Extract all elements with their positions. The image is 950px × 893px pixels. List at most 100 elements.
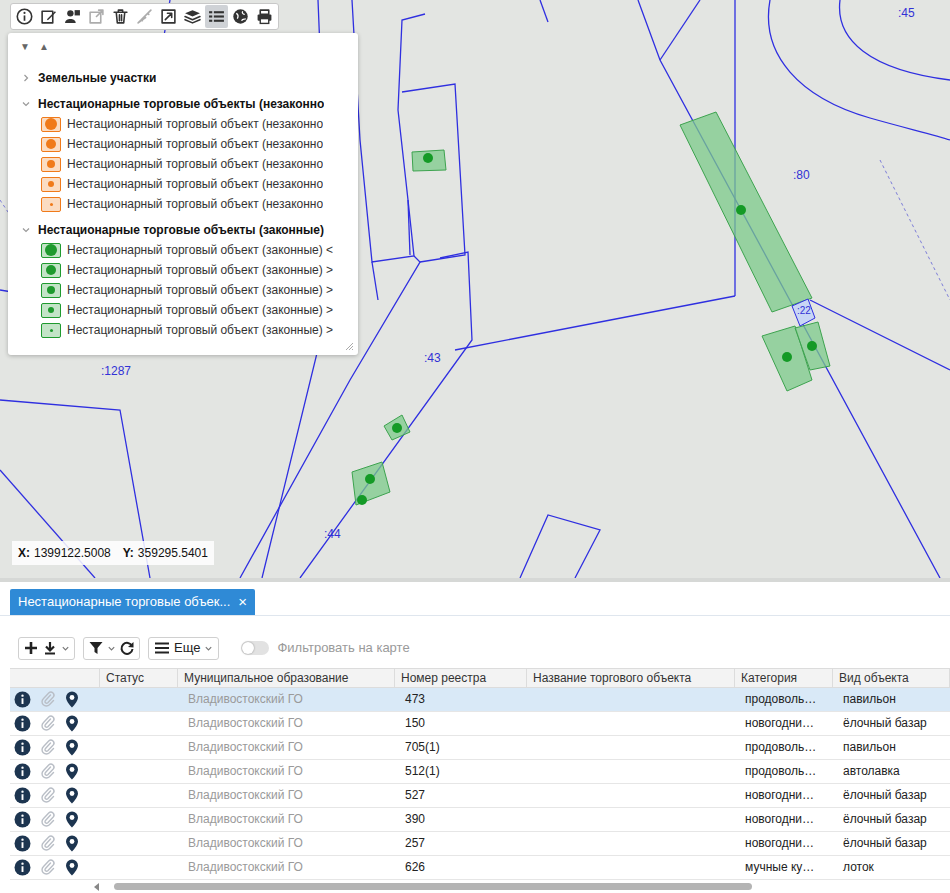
paperclip-icon[interactable] (40, 835, 56, 851)
filter-icon[interactable] (88, 640, 104, 656)
table-row[interactable]: Владивостокский ГО390новогодни…ёлочный б… (10, 808, 950, 832)
open-tool-button[interactable] (85, 5, 108, 28)
row-actions (10, 784, 100, 807)
paperclip-icon[interactable] (40, 715, 56, 731)
header-cell[interactable]: Категория (735, 669, 833, 687)
list-tool-button[interactable] (205, 5, 228, 28)
chevron-icon[interactable] (20, 73, 32, 83)
measure-tool-button[interactable] (133, 5, 156, 28)
chevron-icon[interactable] (20, 225, 32, 235)
header-cell[interactable]: Статус (100, 669, 178, 687)
map-pin-icon[interactable] (65, 763, 79, 780)
info-icon[interactable] (14, 859, 31, 876)
cell-text: новогодни… (745, 810, 814, 828)
dropdown-caret-icon[interactable] (107, 644, 116, 653)
table-cell: Владивостокский ГО (178, 856, 395, 879)
table-cell: новогодни… (735, 784, 833, 807)
list-icon[interactable] (208, 8, 225, 25)
more-button[interactable]: Еще (148, 637, 219, 660)
map-pin-icon[interactable] (65, 739, 79, 756)
header-cell[interactable]: Вид объекта (833, 669, 950, 687)
info-icon[interactable] (16, 8, 33, 25)
map-pin-icon[interactable] (65, 691, 79, 708)
legend-group[interactable]: Нестационарные торговые объекты (незакон… (8, 94, 358, 114)
filter-on-map-toggle[interactable]: Фильтровать на карте (241, 638, 409, 658)
paperclip-icon[interactable] (40, 691, 56, 707)
menu-icon[interactable] (154, 641, 170, 655)
parcel-label: :22 (797, 303, 811, 318)
legend-group[interactable]: Нестационарные торговые объекты (законны… (8, 220, 358, 240)
grid-toolbar: Еще Фильтровать на карте (0, 616, 950, 668)
globe-tool-button[interactable] (229, 5, 252, 28)
legend-group-title: Земельные участки (38, 69, 156, 87)
horizontal-scrollbar[interactable] (92, 882, 752, 892)
table-row[interactable]: Владивостокский ГО512(1)продоволь…автола… (10, 760, 950, 784)
dropdown-caret-icon[interactable] (204, 644, 213, 653)
map[interactable]: :45:80:1287:43:44:22 ▼▲Земельные участки… (0, 0, 950, 578)
info-icon[interactable] (14, 739, 31, 756)
download-icon[interactable] (42, 640, 58, 656)
scrollbar-thumb[interactable] (114, 883, 752, 890)
paperclip-icon[interactable] (40, 859, 56, 875)
table-cell: Владивостокский ГО (178, 784, 395, 807)
map-pin-icon[interactable] (65, 835, 79, 852)
delete-tool-button[interactable] (109, 5, 132, 28)
toggle-switch[interactable] (241, 641, 269, 655)
table-row[interactable]: Владивостокский ГО705(1)продоволь…павиль… (10, 736, 950, 760)
shapes-icon[interactable] (64, 8, 81, 25)
add-icon[interactable] (23, 640, 39, 656)
paperclip-icon[interactable] (40, 787, 56, 803)
header-cell[interactable]: Название торгового объекта (527, 669, 735, 687)
table-row[interactable]: Владивостокский ГО626мучные ку…лоток (10, 856, 950, 880)
info-tool-button[interactable] (13, 5, 36, 28)
open-icon[interactable] (88, 8, 105, 25)
measure-icon[interactable] (136, 8, 153, 25)
map-pin-icon[interactable] (65, 811, 79, 828)
print-icon[interactable] (256, 8, 273, 25)
panel-tab[interactable]: Нестационарные торговые объек...× (10, 589, 255, 615)
tab-close-button[interactable]: × (238, 594, 247, 609)
paperclip-icon[interactable] (40, 763, 56, 779)
table-row[interactable]: Владивостокский ГО527новогодни…ёлочный б… (10, 784, 950, 808)
info-icon[interactable] (14, 787, 31, 804)
info-icon[interactable] (14, 811, 31, 828)
collapse-all-button[interactable]: ▼ (20, 39, 30, 54)
map-pin-icon[interactable] (65, 787, 79, 804)
delete-icon[interactable] (112, 8, 129, 25)
edit-tool-button[interactable] (37, 5, 60, 28)
header-cell[interactable]: Муниципальное образование (178, 669, 395, 687)
dropdown-caret-icon[interactable] (61, 644, 70, 653)
globe-icon[interactable] (232, 8, 249, 25)
resize-handle-icon[interactable] (344, 341, 354, 351)
chevron-icon[interactable] (20, 99, 32, 109)
layers-icon[interactable] (184, 8, 201, 25)
table-cell (527, 856, 735, 879)
expand-all-button[interactable]: ▲ (39, 39, 49, 54)
legend-dot (47, 160, 55, 168)
cell-text: продоволь… (745, 762, 816, 780)
header-cell[interactable]: Номер реестра (395, 669, 527, 687)
map-pin-icon[interactable] (65, 715, 79, 732)
table-cell: автолавка (833, 760, 950, 783)
refresh-icon[interactable] (119, 640, 135, 656)
print-tool-button[interactable] (253, 5, 276, 28)
layers-tool-button[interactable] (181, 5, 204, 28)
table-row[interactable]: Владивостокский ГО150новогодни…ёлочный б… (10, 712, 950, 736)
info-icon[interactable] (14, 691, 31, 708)
scroll-left-icon[interactable] (92, 882, 102, 892)
paperclip-icon[interactable] (40, 811, 56, 827)
legend-group[interactable]: Земельные участки (8, 68, 358, 88)
add-export-group (18, 637, 75, 660)
table-row[interactable]: Владивостокский ГО473продоволь…павильон (10, 688, 950, 712)
edit-box-tool-button[interactable] (157, 5, 180, 28)
table-row[interactable]: Владивостокский ГО257новогодни…ёлочный б… (10, 832, 950, 856)
table-cell: 257 (395, 832, 527, 855)
map-pin-icon[interactable] (65, 859, 79, 876)
shapes-tool-button[interactable] (61, 5, 84, 28)
edit-icon[interactable] (40, 8, 57, 25)
edit-box-icon[interactable] (160, 8, 177, 25)
info-icon[interactable] (14, 835, 31, 852)
info-icon[interactable] (14, 715, 31, 732)
info-icon[interactable] (14, 763, 31, 780)
paperclip-icon[interactable] (40, 739, 56, 755)
